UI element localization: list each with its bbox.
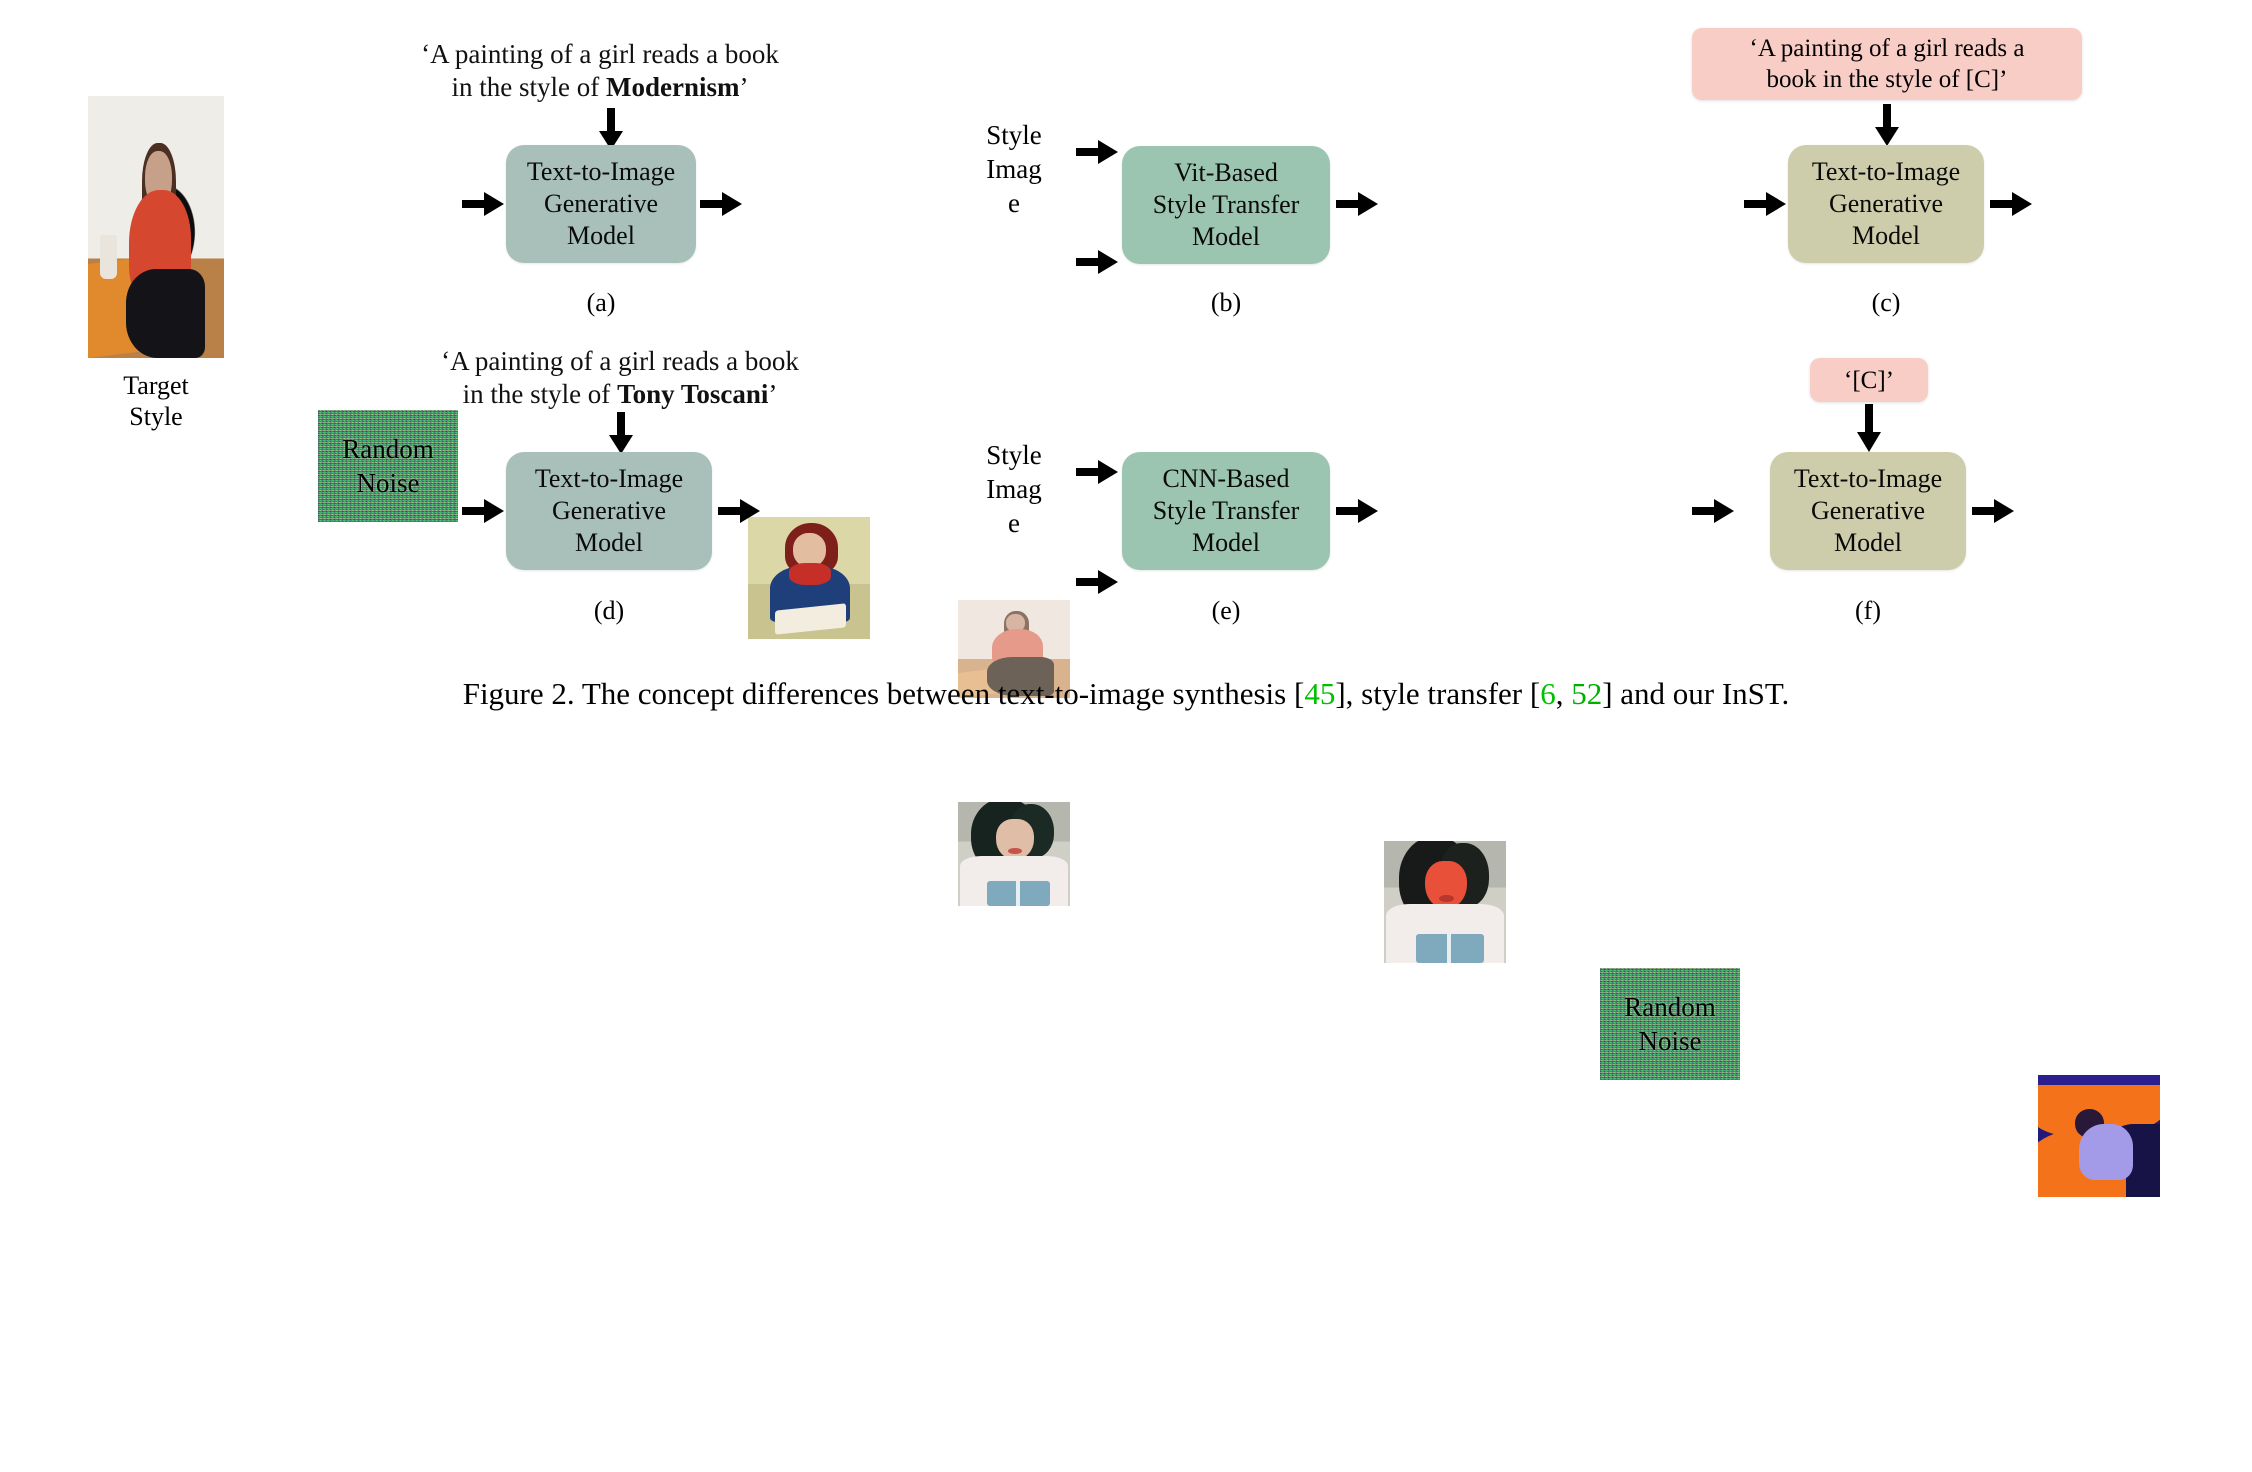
- panel-c-model-line2: Generative: [1828, 189, 1944, 218]
- panel-c-prompt-box[interactable]: ‘A painting of a girl reads a book in th…: [1692, 28, 2082, 100]
- panel-a-noise-label-line1: Random: [342, 434, 434, 464]
- panel-c-model-box[interactable]: Text-to-Image Generative Model: [1788, 145, 1984, 263]
- panel-d-prompt-line2: in the style of Tony Toscani’: [340, 378, 900, 411]
- panel-f-model-line3: Model: [1834, 528, 1902, 557]
- panel-c-noise-label-line2: Noise: [1638, 1026, 1702, 1056]
- panel-a-prompt-line2-prefix: in the style of: [451, 72, 606, 102]
- panel-f-model-line2: Generative: [1810, 496, 1926, 525]
- caption-cite2-close: ] and our InST.: [1602, 676, 1790, 711]
- caption-citation-45[interactable]: 45: [1304, 676, 1335, 711]
- panel-a-style-keyword: Modernism: [606, 72, 740, 102]
- panel-b-style-label-line1: Style: [986, 120, 1042, 150]
- panel-a-model-line1: Text-to-Image: [526, 157, 676, 186]
- figure-2-container: Target Style ‘A painting of a girl reads…: [0, 0, 2252, 1197]
- panel-e-model-line2: Style Transfer: [1152, 496, 1300, 525]
- panel-e-style-arrow-icon: [1076, 460, 1118, 484]
- panel-d-style-keyword: Tony Toscani: [617, 379, 769, 409]
- panel-b-letter: (b): [1210, 288, 1242, 317]
- panel-d-prompt-line2-prefix: in the style of: [462, 379, 618, 409]
- panel-f-prompt-box[interactable]: ‘[C]’: [1810, 358, 1928, 402]
- panel-c-prompt-line1: ‘A painting of a girl reads a: [1749, 35, 2025, 62]
- panel-a-model-line3: Model: [567, 221, 635, 250]
- panel-d-prompt-line1: ‘A painting of a girl reads a book: [441, 346, 799, 376]
- panel-b-style-image-label: Style Imag e: [958, 118, 1070, 220]
- panel-b-output-image: [1384, 841, 1506, 963]
- panel-d-model-line3: Model: [575, 528, 643, 557]
- panel-c-model-line3: Model: [1852, 221, 1920, 250]
- panel-b-model-box[interactable]: Vit-Based Style Transfer Model: [1122, 146, 1330, 264]
- panel-a-prompt-arrow-down-icon: [599, 108, 623, 150]
- panel-c-noise-label-line1: Random: [1624, 992, 1716, 1022]
- panel-d-prompt-line2-suffix: ’: [768, 379, 778, 409]
- panel-d-model-line2: Generative: [551, 496, 667, 525]
- panel-f-output-arrow-icon: [1972, 499, 2014, 523]
- panel-d-input-arrow-icon: [462, 499, 504, 523]
- panel-a-prompt-line2-suffix: ’: [739, 72, 749, 102]
- panel-a-output-arrow-icon: [700, 192, 742, 216]
- panel-e-output-arrow-icon: [1336, 499, 1378, 523]
- panel-a-prompt-line1: ‘A painting of a girl reads a book: [421, 39, 779, 69]
- panel-c-output-arrow-icon: [1990, 192, 2032, 216]
- panel-d-letter: (d): [593, 596, 625, 625]
- panel-a-model-box[interactable]: Text-to-Image Generative Model: [506, 145, 696, 263]
- panel-a-noise-label-line2: Noise: [356, 468, 420, 498]
- caption-citation-52[interactable]: 52: [1571, 676, 1602, 711]
- caption-cite2-sep: ,: [1555, 676, 1572, 711]
- panel-b-style-arrow-icon: [1076, 140, 1118, 164]
- panel-e-model-box[interactable]: CNN-Based Style Transfer Model: [1122, 452, 1330, 570]
- panel-f-letter: (f): [1855, 596, 1881, 625]
- panel-e-style-image-label: Style Imag e: [958, 438, 1070, 540]
- caption-cite1-close: ], style transfer: [1335, 676, 1530, 711]
- panel-f-input-arrow-icon: [1692, 499, 1734, 523]
- panel-b-output-arrow-icon: [1336, 192, 1378, 216]
- panel-c-prompt-arrow-down-icon: [1875, 104, 1899, 146]
- panel-b-content-image: [958, 802, 1070, 906]
- caption-cite2-open: [: [1529, 676, 1541, 711]
- panel-c-letter: (c): [1871, 288, 1901, 317]
- panel-c-prompt-line2: book in the style of [C]’: [1766, 66, 2008, 93]
- panel-a-random-noise-image: Random Noise: [318, 410, 458, 522]
- panel-b-style-label-line2: Imag: [986, 154, 1042, 184]
- panel-d-prompt-arrow-down-icon: [609, 412, 633, 454]
- panel-e-style-label-line3: e: [1008, 508, 1020, 538]
- panel-a-letter: (a): [586, 288, 616, 317]
- panel-a-prompt-line2: in the style of Modernism’: [330, 71, 870, 104]
- panel-d-model-box[interactable]: Text-to-Image Generative Model: [506, 452, 712, 570]
- panel-f-prompt-arrow-down-icon: [1857, 404, 1881, 452]
- panel-a-model-line2: Generative: [543, 189, 659, 218]
- caption-citation-6[interactable]: 6: [1540, 676, 1556, 711]
- panel-e-model-line3: Model: [1192, 528, 1260, 557]
- panel-f-prompt-token: ‘[C]’: [1844, 366, 1894, 394]
- panel-a-output-image: [748, 517, 870, 639]
- target-style-label-line2: Style: [129, 402, 183, 431]
- target-style-label-line1: Target: [123, 371, 189, 400]
- figure-caption: Figure 2. The concept differences betwee…: [0, 676, 2252, 712]
- panel-e-content-arrow-icon: [1076, 570, 1118, 594]
- panel-c-model-line1: Text-to-Image: [1811, 157, 1961, 186]
- panel-d-output-arrow-icon: [718, 499, 760, 523]
- panel-e-style-label-line2: Imag: [986, 474, 1042, 504]
- caption-prefix: Figure 2. The concept differences betwee…: [462, 676, 1294, 711]
- panel-e-style-label-line1: Style: [986, 440, 1042, 470]
- panel-e-model-line1: CNN-Based: [1162, 464, 1290, 493]
- panel-d-model-line1: Text-to-Image: [534, 464, 684, 493]
- target-style-label: Target Style: [60, 370, 252, 432]
- panel-a-input-arrow-icon: [462, 192, 504, 216]
- panel-b-style-label-line3: e: [1008, 188, 1020, 218]
- panel-b-model-line1: Vit-Based: [1174, 158, 1278, 187]
- panel-e-letter: (e): [1211, 596, 1241, 625]
- panel-d-prompt: ‘A painting of a girl reads a book in th…: [340, 345, 900, 411]
- panel-b-model-line3: Model: [1192, 222, 1260, 251]
- target-style-image: [88, 96, 224, 358]
- panel-b-model-line2: Style Transfer: [1152, 190, 1300, 219]
- panel-c-random-noise-image: Random Noise: [1600, 968, 1740, 1080]
- caption-cite1-open: [: [1293, 676, 1305, 711]
- panel-a-prompt: ‘A painting of a girl reads a book in th…: [330, 38, 870, 104]
- panel-c-output-image: [2038, 1075, 2160, 1197]
- panel-f-model-line1: Text-to-Image: [1793, 464, 1943, 493]
- panel-c-input-arrow-icon: [1744, 192, 1786, 216]
- panel-b-content-arrow-icon: [1076, 250, 1118, 274]
- panel-f-model-box[interactable]: Text-to-Image Generative Model: [1770, 452, 1966, 570]
